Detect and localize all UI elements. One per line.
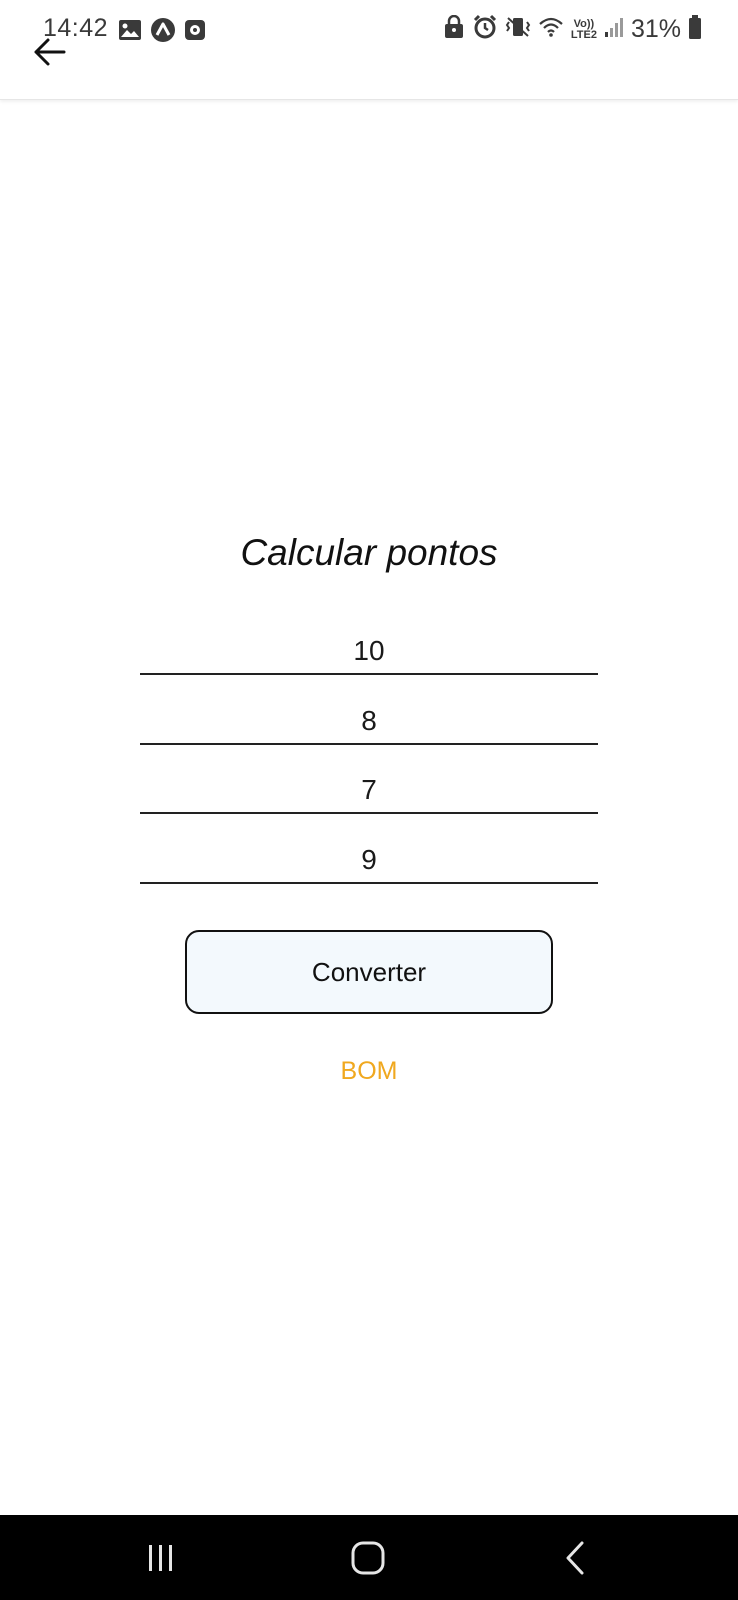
score-field-2[interactable] — [140, 693, 598, 745]
score-field-1[interactable] — [140, 623, 598, 675]
score-field-4[interactable] — [140, 832, 598, 884]
battery-percent: 31% — [630, 15, 681, 43]
arrow-left-icon — [34, 38, 66, 66]
nav-back-button[interactable] — [554, 1537, 598, 1579]
wifi-icon — [538, 16, 564, 43]
media-icon — [184, 19, 206, 46]
recents-icon — [149, 1545, 172, 1571]
page-title: Calcular pontos — [240, 532, 498, 573]
score-input-3[interactable] — [140, 762, 598, 812]
back-button[interactable] — [30, 32, 70, 72]
back-icon — [566, 1541, 584, 1575]
home-icon — [351, 1541, 385, 1575]
score-input-2[interactable] — [140, 693, 598, 743]
result-text: BOM — [340, 1057, 398, 1085]
app-bar: 14:42 Vo)) LTE2 31% — [0, 0, 738, 100]
navigation-bar — [0, 1515, 738, 1600]
score-input-1[interactable] — [140, 623, 598, 673]
lte-label: LTE2 — [570, 28, 597, 41]
status-bar: 14:42 Vo)) LTE2 31% — [0, 0, 738, 60]
recents-button[interactable] — [139, 1537, 183, 1579]
battery-icon — [688, 14, 702, 45]
network-type: Vo)) LTE2 — [570, 18, 597, 41]
alarm-icon — [472, 14, 498, 45]
gallery-icon — [118, 19, 142, 46]
home-button[interactable] — [346, 1537, 390, 1579]
vibrate-icon — [505, 15, 531, 44]
status-right-icons: Vo)) LTE2 31% — [443, 14, 702, 45]
convert-button[interactable]: Converter — [185, 930, 553, 1014]
score-input-4[interactable] — [140, 832, 598, 882]
lock-icon — [443, 14, 465, 44]
app-a-icon — [150, 17, 176, 48]
signal-icon — [604, 16, 624, 43]
score-field-3[interactable] — [140, 762, 598, 814]
status-left-icons — [118, 17, 206, 48]
